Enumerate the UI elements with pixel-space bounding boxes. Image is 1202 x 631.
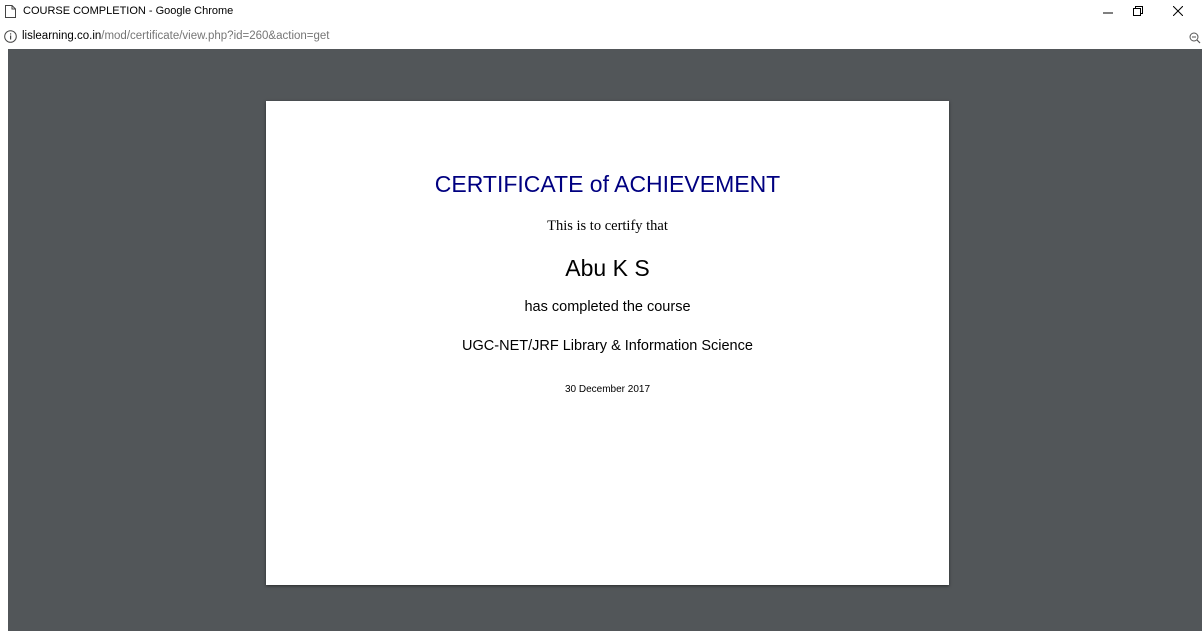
browser-window: COURSE COMPLETION - Google Chrome lislea…	[0, 0, 1202, 631]
title-bar[interactable]: COURSE COMPLETION - Google Chrome	[0, 0, 1202, 24]
completed-text: has completed the course	[524, 299, 691, 315]
info-icon[interactable]	[4, 30, 17, 43]
pdf-viewer[interactable]: CERTIFICATE of ACHIEVEMENT This is to ce…	[8, 49, 1202, 631]
page-icon	[5, 5, 16, 18]
completion-date: 30 December 2017	[564, 384, 651, 395]
restore-icon	[1133, 6, 1143, 16]
course-name: UGC-NET/JRF Library & Information Scienc…	[462, 338, 753, 354]
close-icon	[1173, 6, 1183, 16]
url-path: /mod/certificate/view.php?id=260&action=…	[101, 30, 330, 42]
address-bar[interactable]: lislearning.co.in/mod/certificate/view.p…	[0, 26, 1202, 48]
close-button[interactable]	[1160, 0, 1196, 22]
zoom-icon[interactable]	[1189, 31, 1201, 44]
certificate-title: CERTIFICATE of ACHIEVEMENT	[434, 171, 781, 197]
restore-button[interactable]	[1120, 0, 1156, 22]
window-title: COURSE COMPLETION - Google Chrome	[23, 5, 234, 17]
certificate-page: CERTIFICATE of ACHIEVEMENT This is to ce…	[266, 101, 949, 585]
recipient-name: Abu K S	[565, 255, 650, 281]
minimize-icon	[1103, 12, 1113, 14]
certify-text: This is to certify that	[547, 218, 668, 234]
url-text[interactable]: lislearning.co.in/mod/certificate/view.p…	[22, 30, 330, 42]
url-host: lislearning.co.in	[22, 30, 102, 42]
